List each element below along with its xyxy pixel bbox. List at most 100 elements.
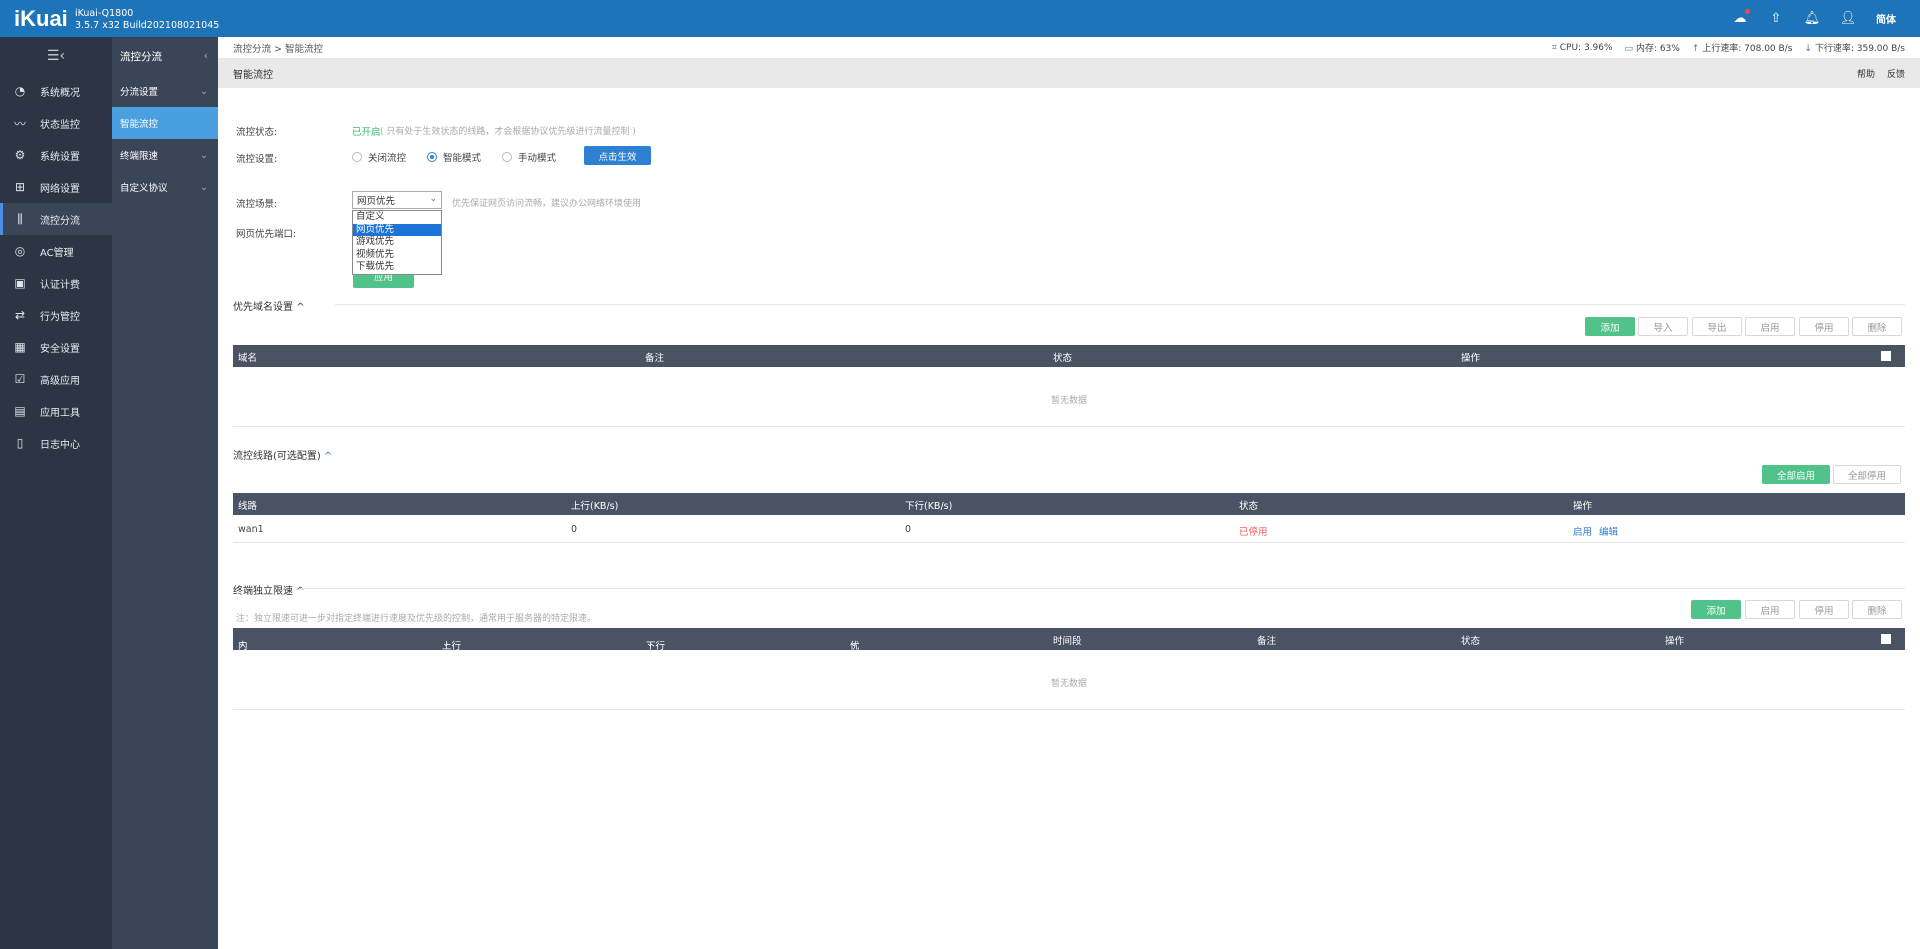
radio-circle-icon xyxy=(502,152,512,162)
chevron-down-icon: ⌄ xyxy=(442,638,450,649)
flow-status-hint: ( 只有处于生效状态的线路，才会根据协议优先级进行流量控制 ) xyxy=(380,127,636,137)
device-model: iKuai-Q1800 xyxy=(75,8,134,19)
dropdown-option[interactable]: 自定义 xyxy=(353,211,441,224)
chevron-down-icon: ⌄ xyxy=(200,181,208,193)
domain-enable-button[interactable]: 启用 xyxy=(1745,317,1795,336)
chevron-down-icon: ⌄ xyxy=(429,194,437,204)
subnav-item-label: 终端限速 xyxy=(120,151,159,162)
sidebar-item-10[interactable]: ▤ 应用工具 xyxy=(0,395,112,427)
feedback-link[interactable]: 反馈 xyxy=(1887,67,1905,80)
terminal-section-title[interactable]: 终端独立限速 ^ xyxy=(233,582,305,597)
sidebar-item-7[interactable]: ⇄ 行为管控 xyxy=(0,299,112,331)
menu-collapse-icon[interactable]: ☰‹ xyxy=(0,37,112,75)
subnav-item-1[interactable]: 智能流控 xyxy=(112,107,218,139)
subnav-item-label: 智能流控 xyxy=(120,119,159,130)
line-section-title[interactable]: 流控线路(可选配置) ^ xyxy=(233,447,332,462)
subnav-item-0[interactable]: 分流设置 ⌄ xyxy=(112,75,218,107)
subnav-item-2[interactable]: 终端限速 ⌄ xyxy=(112,139,218,171)
radio-manual[interactable]: 手动模式 xyxy=(502,150,556,164)
sidebar-item-0[interactable]: ◔ 系统概况 xyxy=(0,75,112,107)
domain-table-header: 域名 备注 状态 操作 xyxy=(233,345,1905,367)
top-header: iKuai iKuai-Q1800 3.5.7 x32 Build2021080… xyxy=(0,0,1920,37)
memory-icon: ▭ xyxy=(1624,44,1634,54)
sidebar-item-4[interactable]: ⫼ 流控分流 xyxy=(0,203,112,235)
domain-delete-button[interactable]: 删除 xyxy=(1852,317,1902,336)
sidebar-item-label: AC管理 xyxy=(40,247,74,259)
domain-export-button[interactable]: 导出 xyxy=(1692,317,1742,336)
divider xyxy=(233,709,1905,710)
sidebar-item-9[interactable]: ☑ 高级应用 xyxy=(0,363,112,395)
select-all-checkbox[interactable] xyxy=(1881,634,1891,644)
sidebar-item-2[interactable]: ⚙ 系统设置 xyxy=(0,139,112,171)
line-edit-link[interactable]: 编辑 xyxy=(1599,524,1618,538)
upload-stat: ↑ 上行速率: 708.00 B/s xyxy=(1691,44,1793,54)
domain-import-button[interactable]: 导入 xyxy=(1638,317,1688,336)
download-stat: ↓ 下行速率: 359.00 B/s xyxy=(1804,44,1905,54)
chevron-down-icon: ⌄ xyxy=(646,638,654,649)
sidebar-item-1[interactable]: 〰 状态监控 xyxy=(0,107,112,139)
radio-checked-icon xyxy=(427,152,437,162)
sidebar-item-label: 认证计费 xyxy=(40,279,80,291)
id-card-icon: ▣ xyxy=(14,276,26,290)
disable-all-button[interactable]: 全部停用 xyxy=(1833,465,1901,484)
chevron-up-icon: ^ xyxy=(296,302,305,313)
dropdown-option[interactable]: 下载优先 xyxy=(353,261,441,274)
swap-icon: ⇄ xyxy=(14,308,26,322)
terminal-delete-button[interactable]: 删除 xyxy=(1852,600,1902,619)
dropdown-option[interactable]: 视频优先 xyxy=(353,249,441,262)
chevron-down-icon: ⌄ xyxy=(850,638,858,649)
scene-dropdown[interactable]: 自定义 网页优先 游戏优先 视频优先 下载优先 xyxy=(352,210,442,275)
ikuai-logo[interactable]: iKuai xyxy=(14,6,68,32)
radio-off[interactable]: 关闭流控 xyxy=(352,150,406,164)
terminal-disable-button[interactable]: 停用 xyxy=(1799,600,1849,619)
domain-disable-button[interactable]: 停用 xyxy=(1799,317,1849,336)
apply-button[interactable]: 应用 xyxy=(353,273,414,288)
domain-add-button[interactable]: 添加 xyxy=(1585,317,1635,336)
col-up: 上行(KB/s) xyxy=(571,501,619,512)
dropdown-option[interactable]: 游戏优先 xyxy=(353,236,441,249)
col-action: 操作 xyxy=(1573,501,1593,512)
header-toolbar: ☁ ⇧ 🔔︎ 👤︎ 简体 xyxy=(1722,0,1896,37)
enable-all-button[interactable]: 全部启用 xyxy=(1762,465,1830,484)
flow-scene-label: 流控场景: xyxy=(236,199,278,210)
arrow-down-icon: ↓ xyxy=(1804,44,1812,54)
line-enable-link[interactable]: 启用 xyxy=(1573,524,1592,538)
user-icon[interactable]: 👤︎ xyxy=(1830,11,1866,26)
monitor-icon: 〰 xyxy=(13,116,26,131)
language-switch[interactable]: 简体 xyxy=(1876,11,1896,26)
sidebar-item-8[interactable]: ▦ 安全设置 xyxy=(0,331,112,363)
sidebar-item-11[interactable]: ▯ 日志中心 xyxy=(0,427,112,459)
domain-section-title[interactable]: 优先域名设置 ^ xyxy=(233,298,305,313)
chevron-left-icon[interactable]: ‹ xyxy=(204,50,208,62)
bell-icon[interactable]: 🔔︎ xyxy=(1794,11,1830,26)
apply-effect-button[interactable]: 点击生效 xyxy=(584,146,651,165)
col-time: 时间段 xyxy=(1053,636,1082,647)
scene-select[interactable]: 网页优先 ⌄ xyxy=(352,191,442,209)
divider xyxy=(335,304,1905,305)
sidebar-item-label: 流控分流 xyxy=(40,215,80,227)
gauge-icon: ◔ xyxy=(14,84,26,98)
upgrade-icon[interactable]: ⇧ xyxy=(1758,11,1794,26)
dropdown-option[interactable]: 网页优先 xyxy=(353,223,441,236)
sub-sidebar-title: 流控分流 xyxy=(120,50,162,63)
subnav-item-3[interactable]: 自定义协议 ⌄ xyxy=(112,171,218,203)
col-status: 状态 xyxy=(1239,501,1259,512)
line-down: 0 xyxy=(905,524,912,535)
help-link[interactable]: 帮助 xyxy=(1857,67,1875,80)
scene-hint: 优先保证网页访问流畅，建议办公网络环境使用 xyxy=(452,199,642,209)
breadcrumb-bar: 流控分流 > 智能流控 ⌗ CPU: 3.96% ▭ 内存: 63% ↑ 上行速… xyxy=(218,37,1920,58)
wifi-icon: ◎ xyxy=(14,244,26,258)
sidebar-item-6[interactable]: ▣ 认证计费 xyxy=(0,267,112,299)
terminal-add-button[interactable]: 添加 xyxy=(1691,600,1741,619)
cpu-icon: ⌗ xyxy=(1551,42,1557,53)
sidebar-item-3[interactable]: ⊞ 网络设置 xyxy=(0,171,112,203)
radio-smart[interactable]: 智能模式 xyxy=(427,150,481,164)
subnav-item-label: 分流设置 xyxy=(120,87,159,98)
firewall-icon: ▦ xyxy=(14,340,26,354)
terminal-enable-button[interactable]: 启用 xyxy=(1745,600,1795,619)
sidebar-item-5[interactable]: ◎ AC管理 xyxy=(0,235,112,267)
cloud-icon[interactable]: ☁ xyxy=(1722,9,1758,26)
chevron-down-icon: ⌄ xyxy=(238,638,246,649)
select-all-checkbox[interactable] xyxy=(1881,351,1891,361)
domain-empty-text: 暂无数据 xyxy=(1051,396,1088,406)
